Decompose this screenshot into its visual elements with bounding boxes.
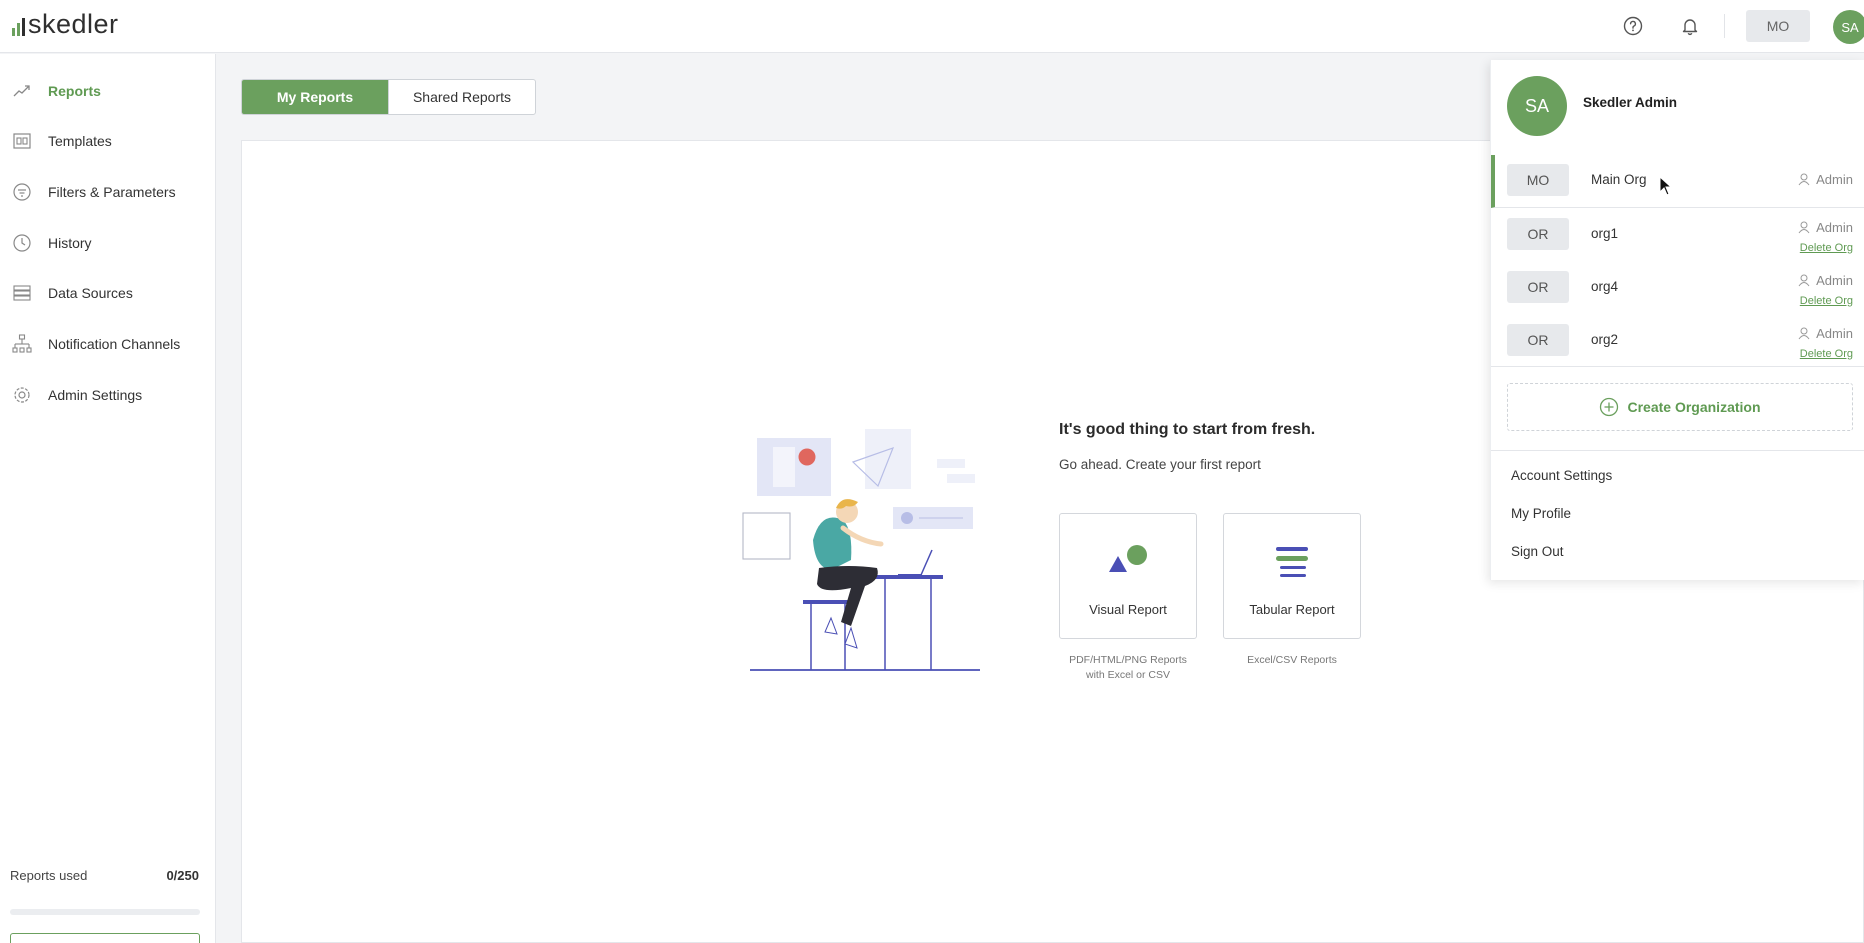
- logo-bars-icon: [12, 14, 25, 36]
- delete-org-link[interactable]: Delete Org: [1800, 295, 1853, 307]
- account-dropdown: SA Skedler Admin MO Main Org Admin OR or…: [1490, 60, 1864, 580]
- empty-state-illustration: [742, 429, 980, 671]
- org-badge: OR: [1507, 324, 1569, 356]
- sign-out-link[interactable]: Sign Out: [1511, 544, 1564, 559]
- account-settings-link[interactable]: Account Settings: [1511, 468, 1612, 483]
- dropdown-avatar: SA: [1507, 76, 1567, 136]
- dropdown-divider: [1491, 450, 1864, 451]
- org-row-org2[interactable]: OR org2 Admin Delete Org: [1491, 315, 1864, 368]
- sidebar-item-label: Reports: [48, 83, 101, 99]
- sidebar-item-label: Filters & Parameters: [48, 184, 176, 200]
- logo-text: skedler: [28, 9, 119, 39]
- sidebar-item-admin-settings[interactable]: Admin Settings: [0, 375, 216, 415]
- org-name: org1: [1591, 226, 1619, 241]
- org-name: Main Org: [1591, 172, 1647, 187]
- visual-report-card[interactable]: Visual Report: [1059, 513, 1197, 639]
- dropdown-divider: [1491, 366, 1864, 367]
- delete-org-link[interactable]: Delete Org: [1800, 242, 1853, 254]
- org-role-label: Admin: [1816, 273, 1853, 288]
- database-icon: [12, 283, 32, 303]
- top-bar: skedler MO SA: [0, 0, 1864, 53]
- table-lines-icon: [1224, 544, 1360, 582]
- dropdown-user-name: Skedler Admin: [1583, 95, 1678, 110]
- sidebar-item-label: History: [48, 235, 92, 251]
- plus-circle-icon: [1600, 397, 1619, 417]
- empty-state-subtitle: Go ahead. Create your first report: [1059, 457, 1261, 472]
- mouse-cursor-icon: [1659, 176, 1673, 196]
- trend-up-icon: [12, 81, 32, 101]
- user-icon: [1798, 327, 1810, 340]
- visual-report-label: Visual Report: [1089, 602, 1167, 617]
- org-row-main-org[interactable]: MO Main Org Admin: [1491, 155, 1864, 208]
- user-icon: [1798, 274, 1810, 287]
- org-role: Admin: [1798, 172, 1853, 187]
- org-role: Admin: [1798, 326, 1853, 341]
- create-organization-button[interactable]: Create Organization: [1507, 383, 1853, 431]
- org-switcher-button[interactable]: MO: [1746, 10, 1810, 42]
- header-divider: [1724, 14, 1725, 38]
- reports-used-progress: [10, 909, 200, 915]
- org-badge: OR: [1507, 218, 1569, 250]
- template-icon: [12, 131, 32, 151]
- create-organization-label: Create Organization: [1627, 399, 1761, 415]
- org-role: Admin: [1798, 273, 1853, 288]
- sidebar-item-history[interactable]: History: [0, 223, 216, 263]
- tabular-report-label: Tabular Report: [1249, 602, 1335, 617]
- sidebar-item-label: Admin Settings: [48, 387, 143, 403]
- org-role-label: Admin: [1816, 326, 1853, 341]
- reports-used-label: Reports used: [10, 868, 88, 883]
- user-avatar-button[interactable]: SA: [1833, 10, 1864, 44]
- org-badge: OR: [1507, 271, 1569, 303]
- sidebar-item-templates[interactable]: Templates: [0, 121, 216, 161]
- org-row-org4[interactable]: OR org4 Admin Delete Org: [1491, 262, 1864, 315]
- sidebar-item-label: Templates: [48, 133, 112, 149]
- user-icon: [1798, 221, 1810, 234]
- report-tabs: My Reports Shared Reports: [241, 79, 536, 115]
- tabular-report-description: Excel/CSV Reports: [1247, 654, 1337, 666]
- empty-state-title: It's good thing to start from fresh.: [1059, 421, 1316, 438]
- sidebar-bottom-button[interactable]: [10, 933, 200, 943]
- sidebar-item-filters[interactable]: Filters & Parameters: [0, 172, 216, 212]
- sidebar-item-notification-channels[interactable]: Notification Channels: [0, 324, 216, 364]
- clock-icon: [12, 233, 32, 253]
- sidebar-item-label: Data Sources: [48, 285, 133, 301]
- delete-org-link[interactable]: Delete Org: [1800, 348, 1853, 360]
- sidebar: Reports Templates Filters & Parameters H…: [0, 54, 216, 943]
- bell-icon[interactable]: [1678, 14, 1702, 38]
- org-role: Admin: [1798, 220, 1853, 235]
- sidebar-item-reports[interactable]: Reports: [0, 71, 216, 111]
- org-role-label: Admin: [1816, 172, 1853, 187]
- reports-used-count: 0/250: [166, 868, 199, 883]
- sidebar-item-data-sources[interactable]: Data Sources: [0, 273, 216, 313]
- org-name: org2: [1591, 332, 1619, 347]
- my-profile-link[interactable]: My Profile: [1511, 506, 1571, 521]
- org-role-label: Admin: [1816, 220, 1853, 235]
- tab-shared-reports[interactable]: Shared Reports: [388, 80, 535, 114]
- user-icon: [1798, 173, 1810, 186]
- shapes-icon: [1060, 544, 1196, 582]
- help-icon[interactable]: [1621, 14, 1645, 38]
- skedler-logo[interactable]: skedler: [12, 9, 119, 39]
- org-name: org4: [1591, 279, 1619, 294]
- org-row-org1[interactable]: OR org1 Admin Delete Org: [1491, 209, 1864, 262]
- tab-my-reports[interactable]: My Reports: [242, 80, 388, 114]
- gear-icon: [12, 385, 32, 405]
- visual-report-description: PDF/HTML/PNG Reports with Excel or CSV: [1069, 654, 1187, 681]
- hierarchy-icon: [12, 334, 32, 354]
- org-badge: MO: [1507, 164, 1569, 196]
- tabular-report-card[interactable]: Tabular Report: [1223, 513, 1361, 639]
- filter-icon: [12, 182, 32, 202]
- sidebar-item-label: Notification Channels: [48, 336, 181, 352]
